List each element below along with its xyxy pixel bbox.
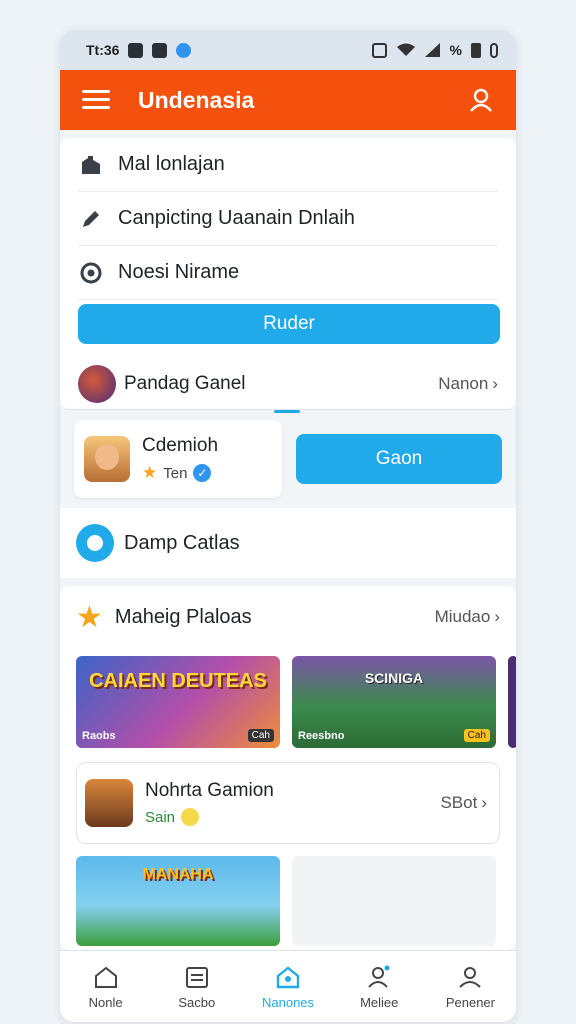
avatar [84, 436, 130, 482]
nav-label: Meliee [360, 994, 399, 1010]
account-icon[interactable] [468, 87, 494, 113]
daily-row-label: Damp Catlas [124, 531, 240, 554]
nav-label: Penener [445, 994, 495, 1010]
home-icon [94, 966, 117, 988]
featured-more-label: Miudao [434, 607, 491, 626]
nav-item-messages[interactable]: Meliee [334, 951, 425, 1022]
profile-card[interactable]: Cdemioh ★ Ten ✓ [74, 420, 282, 498]
menu-item-label: Canpicting Uaanain Dnlaih [118, 207, 355, 229]
chevron-right-icon: › [492, 374, 498, 393]
tile-tag: Cah [463, 729, 490, 742]
nav-item-profile[interactable]: Penener [425, 951, 516, 1022]
star-icon: ★ [76, 600, 103, 634]
person-notify-icon [368, 965, 390, 988]
status-time: Tt:36 [86, 42, 120, 58]
game-tile-peek[interactable] [508, 656, 516, 748]
list-item-name: Nohrta Gamion [145, 780, 274, 801]
list-item[interactable]: Nohrta Gamion Sain SBot › [76, 762, 500, 844]
go-button[interactable]: Gaon [296, 434, 502, 484]
primary-action-button[interactable]: Ruder [78, 304, 500, 344]
menu-item[interactable]: Mal lonlajan [78, 138, 498, 192]
wifi-icon [396, 43, 415, 56]
game-avatar [78, 365, 116, 403]
list-more-label: SBot [440, 793, 478, 812]
game-more-label: Nanon [438, 374, 489, 393]
placeholder-tile[interactable] [292, 856, 496, 946]
building-icon [78, 152, 104, 178]
chevron-right-icon: › [481, 793, 487, 812]
profile-name: Cdemioh [142, 435, 219, 456]
tile-caption: Reesbno [298, 730, 345, 742]
nav-item-active[interactable]: Nanones [242, 951, 333, 1022]
location-ring-icon [76, 524, 114, 562]
menu-icon[interactable] [82, 90, 110, 110]
game-tile[interactable]: CAIAEN DEUTEAS Raobs Cah [76, 656, 280, 748]
featured-section: ★ Maheig Plaloas Miudao › CAIAEN DEUTEAS… [60, 586, 516, 950]
nav-label: Sacbo [178, 994, 216, 1010]
profile-section: Cdemioh ★ Ten ✓ Gaon [74, 420, 502, 500]
tile-title: CAIAEN DEUTEAS [89, 670, 267, 692]
profile-rank: Ten [163, 464, 188, 482]
game-row[interactable]: Pandag Ganel Nanon › [78, 356, 498, 412]
list-avatar [85, 779, 133, 827]
nav-item-schedule[interactable]: Sacbo [151, 951, 242, 1022]
app-title: Undenasia [138, 86, 255, 113]
game-more-link[interactable]: Nanon › [438, 374, 498, 394]
nav-item-home[interactable]: Nonle [60, 951, 151, 1022]
game-carousel: CAIAEN DEUTEAS Raobs Cah SCINIGA Reesbno… [76, 656, 516, 748]
nav-label: Nanones [261, 994, 315, 1010]
tile-title: SCINIGA [364, 670, 424, 686]
app-bar: Undenasia [60, 70, 516, 130]
star-icon: ★ [142, 463, 158, 482]
phone-screen: Tt:36 % Undenasia Mal lonlajan Canpictin… [60, 30, 516, 1022]
smile-icon [181, 808, 200, 826]
status-bar: Tt:36 % [60, 30, 516, 70]
profile-icon [459, 966, 482, 988]
featured-more-link[interactable]: Miudao › [435, 607, 500, 627]
notification-icon [152, 42, 168, 58]
telegram-icon [176, 42, 192, 58]
menu-item[interactable]: Canpicting Uaanain Dnlaih [78, 192, 498, 246]
battery-percent: % [449, 42, 462, 58]
list-more-link[interactable]: SBot › [440, 793, 487, 813]
tile-title: MANAHA [142, 866, 214, 883]
list-item-sub: Sain [145, 808, 176, 826]
menu-item[interactable]: Noesi Nirame [78, 246, 498, 300]
tile-tag: Cah [247, 729, 274, 742]
battery-icon [471, 42, 481, 58]
page-indicator [274, 410, 300, 413]
notification-icon [128, 42, 144, 58]
chevron-right-icon: › [494, 607, 500, 626]
nav-label: Nonle [88, 994, 123, 1010]
daily-row[interactable]: Damp Catlas [60, 508, 516, 578]
globe-icon [78, 260, 104, 286]
settings-icon [490, 42, 498, 58]
game-tile[interactable]: MANAHA [76, 856, 280, 946]
menu-item-label: Mal lonlajan [118, 153, 225, 175]
bottom-nav: Nonle Sacbo Nanones Meliee Penener [60, 950, 516, 1022]
tile-caption: Raobs [82, 730, 116, 742]
vibrate-icon [371, 42, 387, 58]
menu-card: Mal lonlajan Canpicting Uaanain Dnlaih N… [60, 138, 516, 410]
featured-title: Maheig Plaloas [114, 605, 252, 628]
pencil-icon [78, 206, 104, 232]
game-tile[interactable]: SCINIGA Reesbno Cah [292, 656, 496, 748]
home-active-icon [276, 965, 300, 988]
verified-icon: ✓ [193, 464, 212, 482]
calendar-icon [185, 966, 208, 988]
signal-icon [424, 43, 440, 57]
menu-item-label: Noesi Nirame [118, 261, 240, 283]
game-name: Pandag Ganel [124, 373, 246, 394]
